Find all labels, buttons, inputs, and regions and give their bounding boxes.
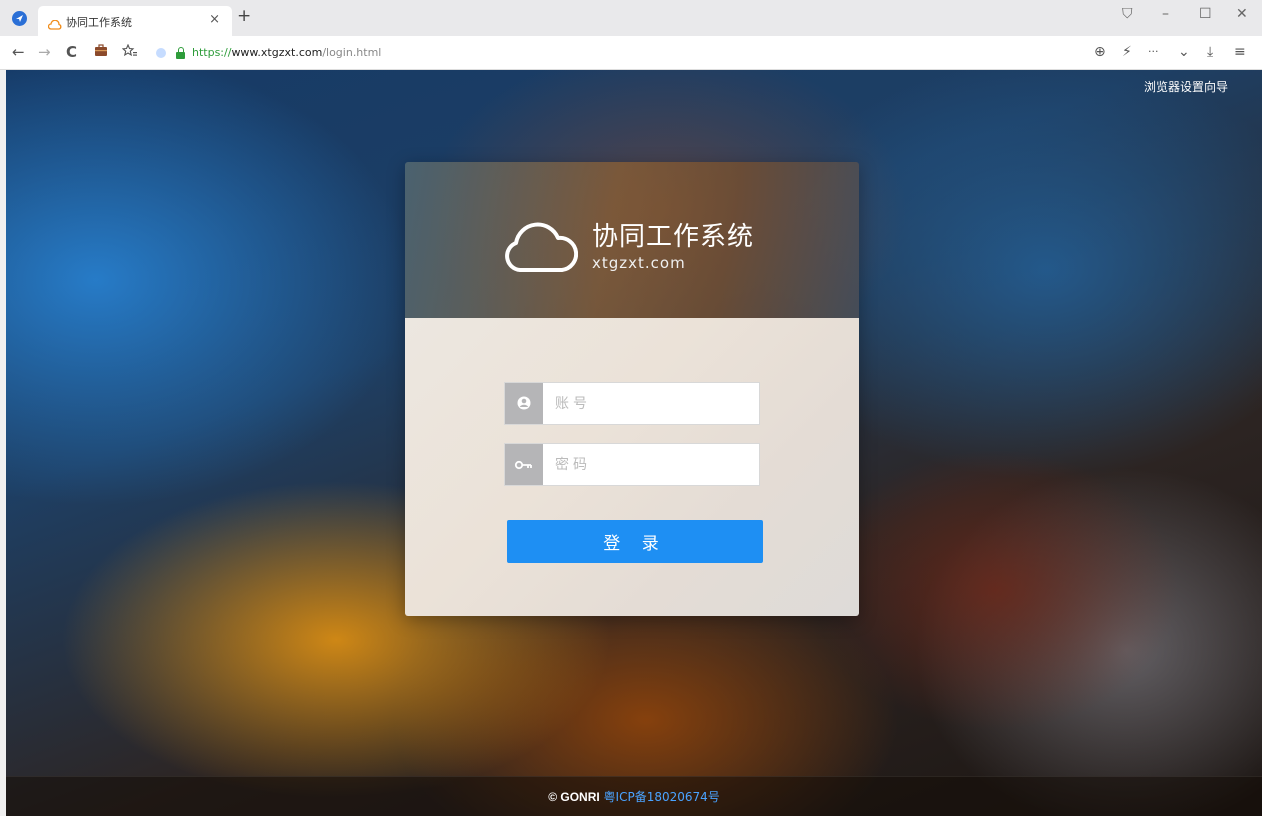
more-icon[interactable]: ··· xyxy=(1148,44,1159,60)
login-card: 协同工作系统 xtgzxt.com 登 录 xyxy=(405,162,859,616)
minimize-button[interactable]: – xyxy=(1162,6,1169,22)
site-info-icon[interactable] xyxy=(156,48,166,58)
url-text[interactable]: https://www.xtgzxt.com/login.html xyxy=(192,46,381,59)
flash-icon[interactable]: ⚡ xyxy=(1122,44,1132,60)
page-viewport: 浏览器设置向导 协同工作系统 xtgzxt.com 账号 登 录 © GONRI… xyxy=(6,70,1262,816)
tab-title: 协同工作系统 xyxy=(66,16,132,29)
copyright-text: © GONRI xyxy=(548,790,600,804)
tab-close-button[interactable]: × xyxy=(209,12,220,27)
browser-logo-icon[interactable] xyxy=(12,11,27,26)
cloud-icon xyxy=(47,15,62,34)
back-button[interactable]: ← xyxy=(12,44,25,60)
lock-icon[interactable] xyxy=(176,47,186,59)
key-icon xyxy=(505,444,543,485)
browser-setup-guide-link[interactable]: 浏览器设置向导 xyxy=(1144,78,1228,95)
download-icon[interactable]: ⤓ xyxy=(1207,44,1213,60)
account-input[interactable] xyxy=(555,392,751,416)
login-form: 登 录 xyxy=(405,318,859,616)
icp-license-link[interactable]: 粤ICP备18020674号 xyxy=(604,790,720,804)
login-card-header: 协同工作系统 xtgzxt.com xyxy=(405,162,859,318)
cloud-logo-icon xyxy=(502,218,579,278)
menu-icon[interactable]: ≡ xyxy=(1234,44,1246,60)
password-field[interactable] xyxy=(504,443,760,486)
chevron-down-icon[interactable]: ⌄ xyxy=(1178,44,1190,60)
maximize-button[interactable]: ☐ xyxy=(1199,6,1212,22)
skin-icon[interactable]: ⛉ xyxy=(1122,6,1133,22)
tab-bar: 协同工作系统 × + ⛉ – ☐ ✕ xyxy=(0,0,1262,36)
new-tab-button[interactable]: + xyxy=(237,6,251,26)
reload-button[interactable]: C xyxy=(66,44,77,60)
navigation-bar: ← → C https://www.xtgzxt.com/login.html … xyxy=(0,36,1262,70)
briefcase-icon[interactable] xyxy=(94,44,108,60)
brand-domain: xtgzxt.com xyxy=(592,254,686,272)
brand-title: 协同工作系统 xyxy=(592,222,755,252)
favorites-star-icon[interactable] xyxy=(121,43,138,61)
login-button[interactable]: 登 录 xyxy=(507,520,763,563)
account-field[interactable] xyxy=(504,382,760,425)
tab-active[interactable]: 协同工作系统 × xyxy=(38,6,232,36)
close-window-button[interactable]: ✕ xyxy=(1236,6,1248,22)
password-input[interactable] xyxy=(555,453,751,477)
forward-button[interactable]: → xyxy=(38,44,51,60)
zoom-icon[interactable]: ⊕ xyxy=(1094,44,1106,60)
address-bar[interactable]: https://www.xtgzxt.com/login.html xyxy=(150,41,1080,65)
user-icon xyxy=(505,383,543,424)
page-footer: © GONRI 粤ICP备18020674号 xyxy=(6,776,1262,816)
